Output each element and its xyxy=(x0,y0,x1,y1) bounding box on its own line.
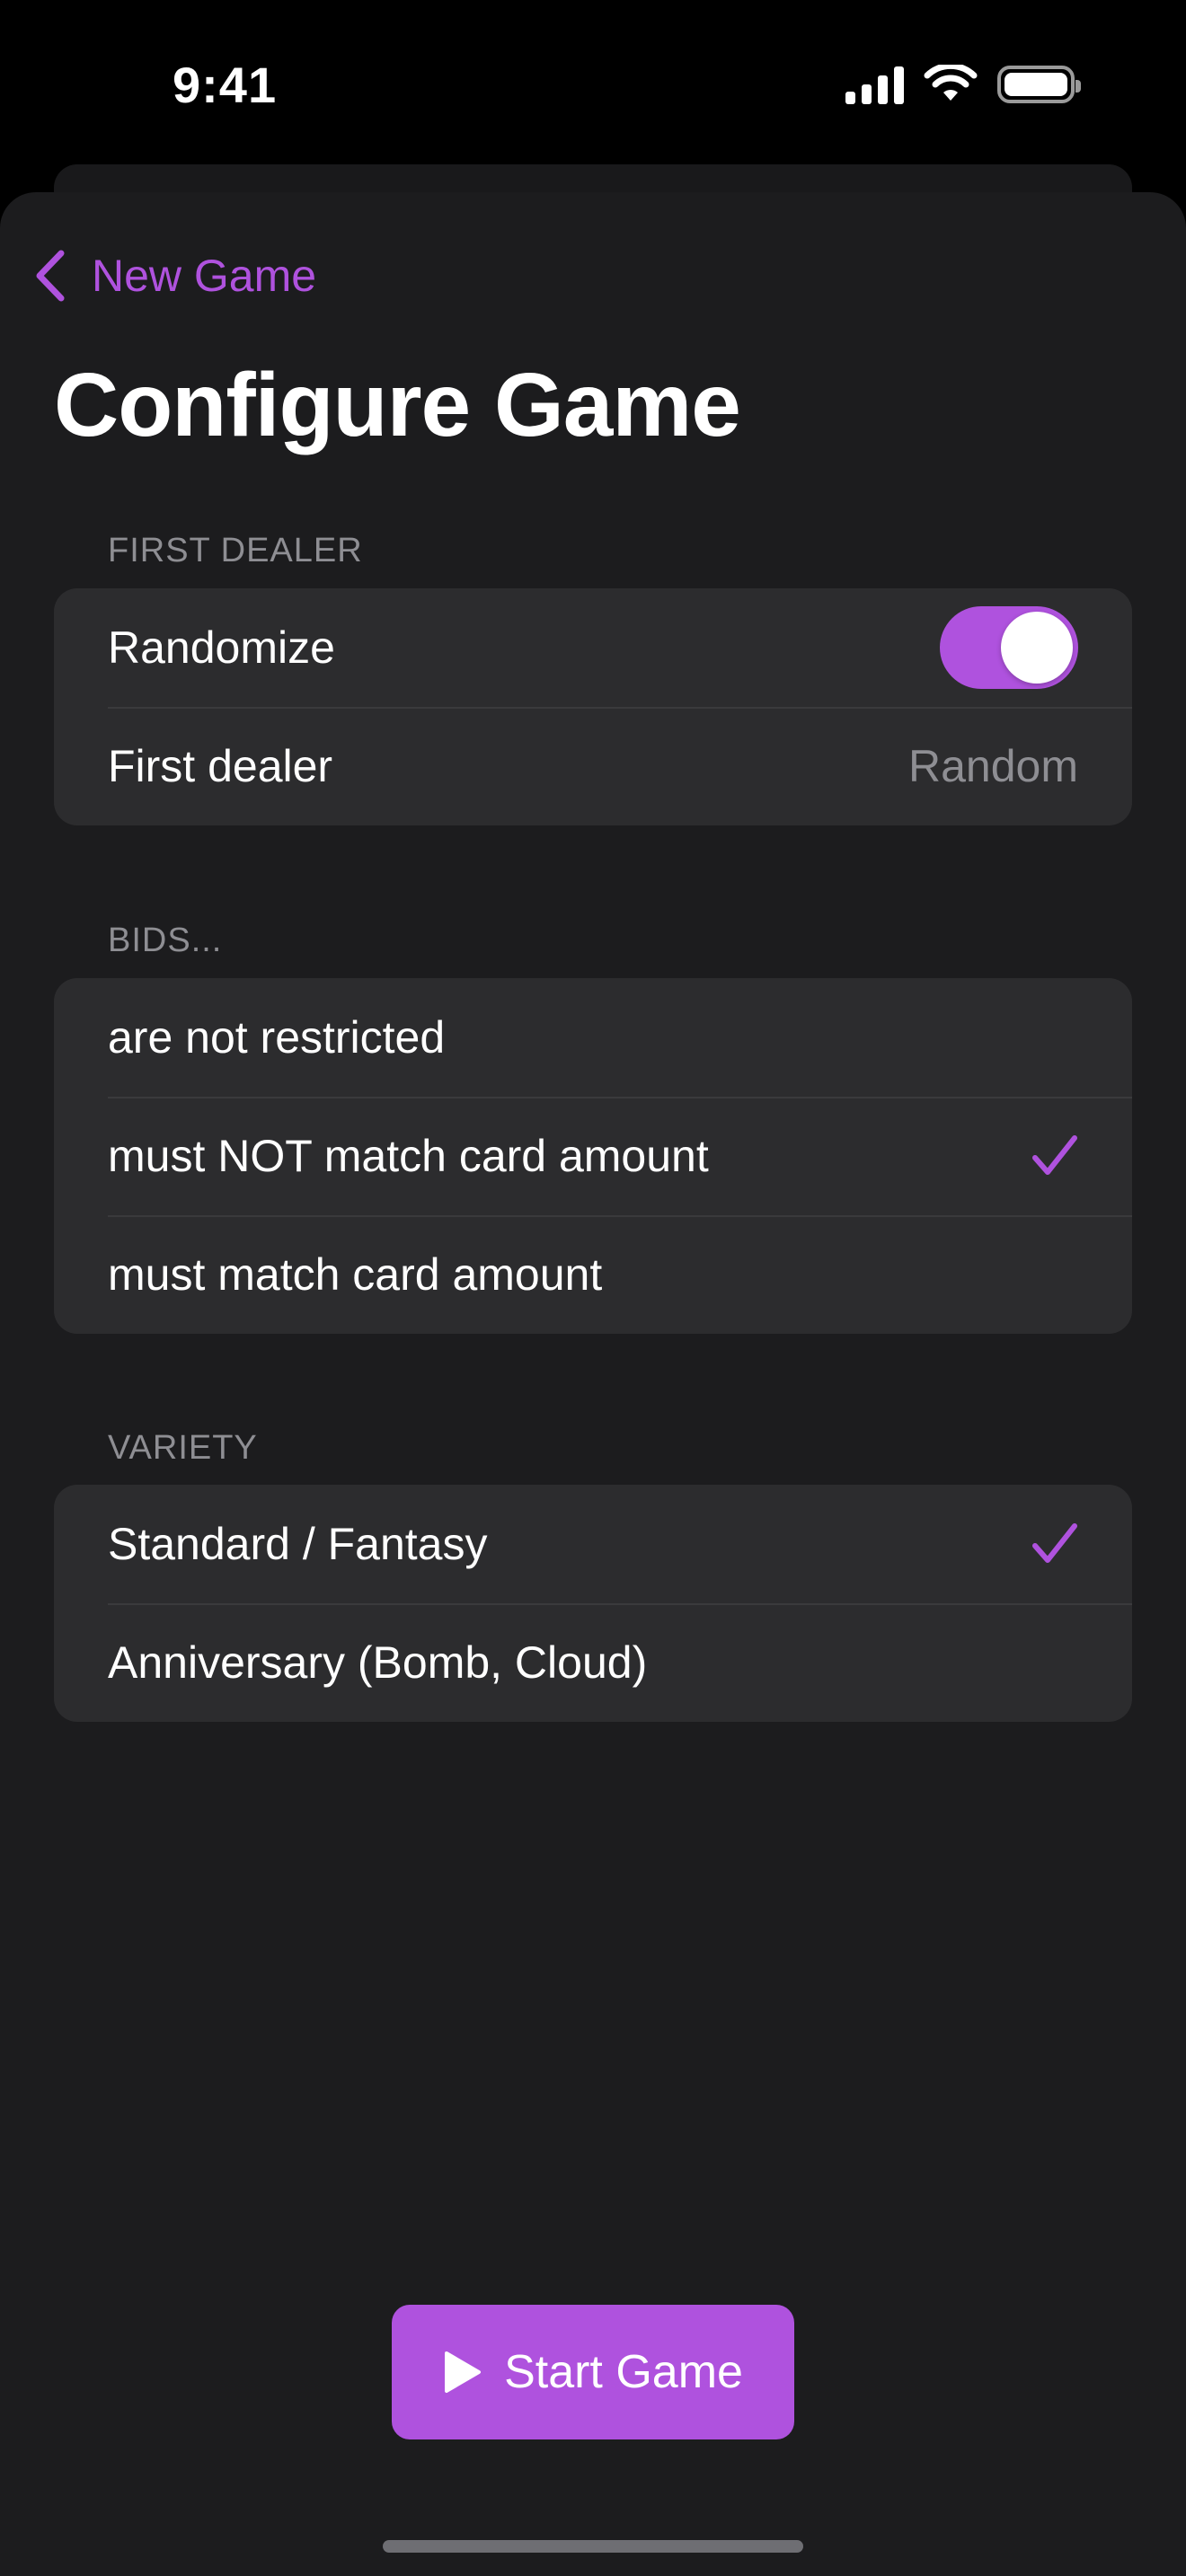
randomize-row: Randomize xyxy=(54,588,1132,707)
variety-option-label: Anniversary (Bomb, Cloud) xyxy=(108,1637,648,1688)
battery-icon xyxy=(997,66,1081,103)
section-header-variety: VARIETY xyxy=(108,1429,258,1467)
bids-option-must-not-match[interactable]: must NOT match card amount xyxy=(54,1097,1132,1215)
back-button[interactable]: New Game xyxy=(32,244,316,307)
bids-option-not-restricted[interactable]: are not restricted xyxy=(54,978,1132,1097)
start-game-button[interactable]: Start Game xyxy=(392,2305,794,2439)
wifi-icon xyxy=(924,65,978,101)
back-button-label: New Game xyxy=(92,251,317,301)
section-header-bids: BIDS... xyxy=(108,922,223,959)
bids-option-label: must NOT match card amount xyxy=(108,1131,709,1181)
randomize-toggle[interactable] xyxy=(940,606,1078,689)
status-time: 9:41 xyxy=(173,57,278,113)
checkmark-icon xyxy=(1031,1134,1078,1178)
variety-option-standard[interactable]: Standard / Fantasy xyxy=(54,1485,1132,1603)
status-bar: 9:41 xyxy=(0,0,1186,171)
first-dealer-value: Random xyxy=(908,741,1078,791)
section-header-first-dealer: FIRST DEALER xyxy=(108,532,363,569)
first-dealer-label: First dealer xyxy=(108,741,333,791)
configure-game-sheet: New Game Configure Game FIRST DEALER Ran… xyxy=(0,192,1186,2576)
bids-option-label: must match card amount xyxy=(108,1249,603,1300)
home-indicator xyxy=(383,2540,803,2553)
cellular-signal-icon xyxy=(845,65,904,104)
variety-option-label: Standard / Fantasy xyxy=(108,1519,488,1569)
variety-option-anniversary[interactable]: Anniversary (Bomb, Cloud) xyxy=(54,1603,1132,1722)
variety-group: Standard / Fantasy Anniversary (Bomb, Cl… xyxy=(54,1485,1132,1722)
chevron-left-icon xyxy=(36,250,65,302)
bids-group: are not restricted must NOT match card a… xyxy=(54,978,1132,1334)
first-dealer-group: Randomize First dealer Random xyxy=(54,588,1132,825)
page-title: Configure Game xyxy=(54,355,741,455)
checkmark-icon xyxy=(1031,1522,1078,1566)
status-icons xyxy=(845,65,1081,104)
first-dealer-row[interactable]: First dealer Random xyxy=(54,707,1132,825)
start-game-label: Start Game xyxy=(504,2346,743,2398)
bids-option-label: are not restricted xyxy=(108,1012,446,1063)
bids-option-must-match[interactable]: must match card amount xyxy=(54,1215,1132,1334)
play-icon xyxy=(445,2351,482,2393)
randomize-label: Randomize xyxy=(108,622,335,673)
